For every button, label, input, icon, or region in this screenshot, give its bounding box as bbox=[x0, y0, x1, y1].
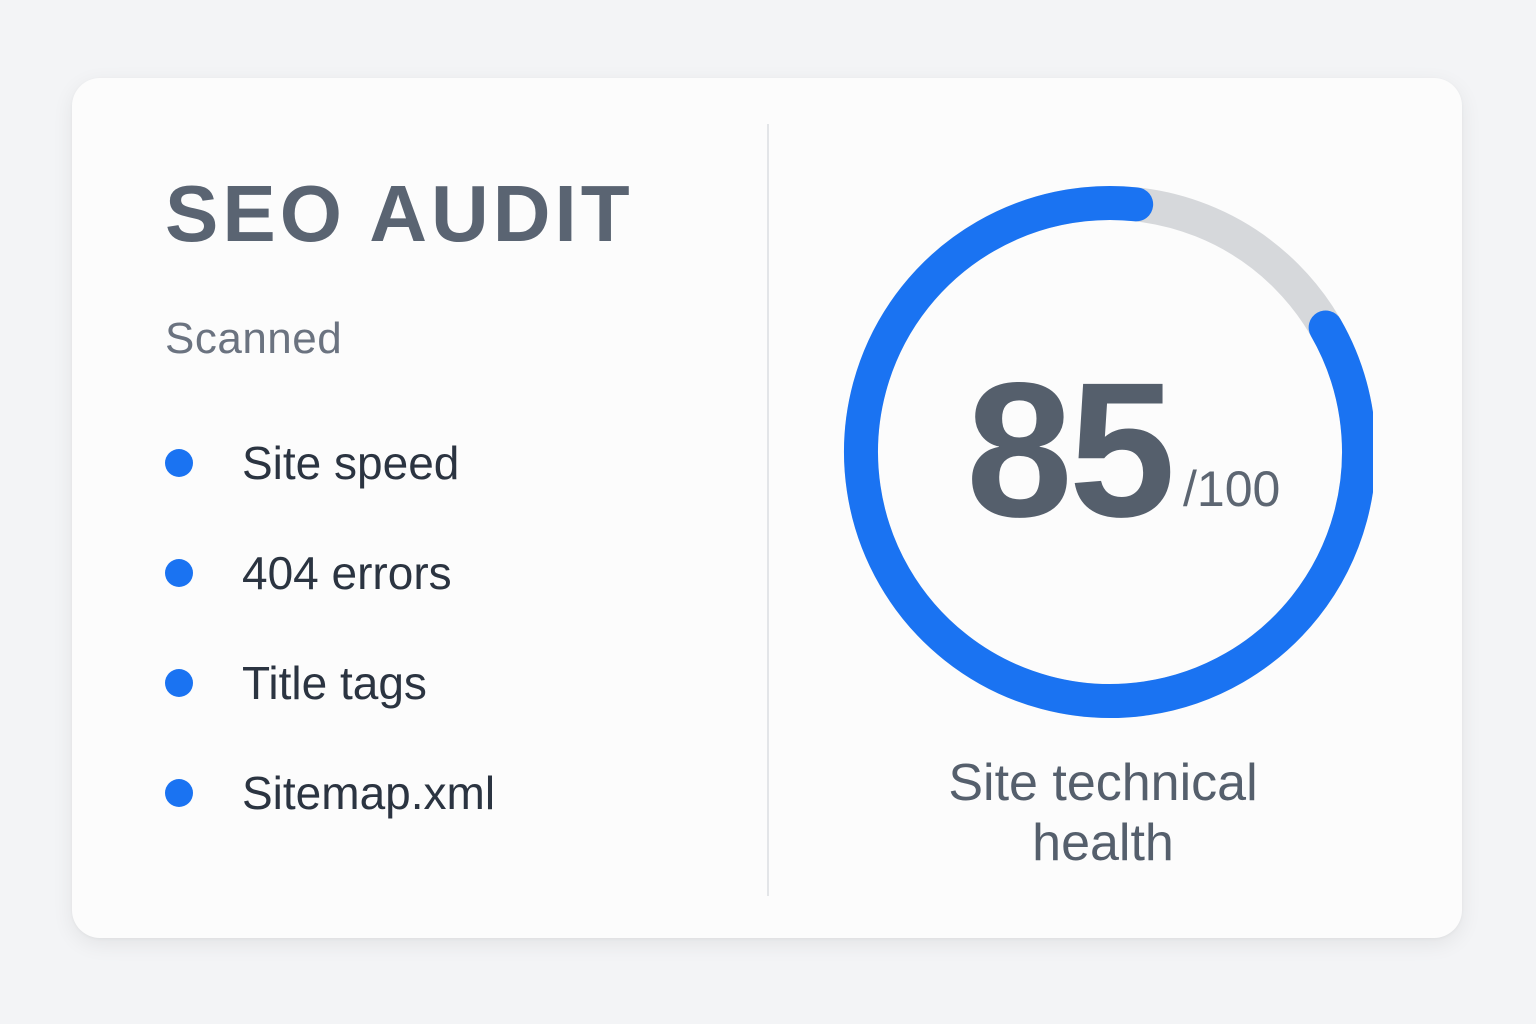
list-item-label: Site speed bbox=[242, 437, 460, 489]
panel-divider bbox=[767, 124, 769, 896]
score-value: 85 bbox=[966, 342, 1176, 557]
list-item-label: Sitemap.xml bbox=[242, 767, 496, 819]
dot-icon bbox=[165, 559, 193, 587]
gauge-caption: Site technical health bbox=[843, 753, 1363, 873]
list-item-label: Title tags bbox=[242, 657, 427, 709]
caption-line-2: health bbox=[1032, 814, 1174, 872]
list-item: Site speed bbox=[165, 408, 495, 518]
scanned-list: Site speed 404 errors Title tags Sitemap… bbox=[165, 408, 495, 848]
list-item: Sitemap.xml bbox=[165, 738, 495, 848]
score-max: /100 bbox=[1183, 461, 1281, 517]
page-title: SEO AUDIT bbox=[165, 169, 634, 258]
list-item: Title tags bbox=[165, 628, 495, 738]
audit-panel: SEO AUDIT Scanned Site speed 404 errors … bbox=[165, 78, 725, 938]
list-item-label: 404 errors bbox=[242, 547, 452, 599]
score-readout: 85 /100 bbox=[843, 179, 1373, 725]
dot-icon bbox=[165, 779, 193, 807]
dot-icon bbox=[165, 449, 193, 477]
score-gauge: 85 /100 bbox=[843, 179, 1373, 725]
seo-audit-card: SEO AUDIT Scanned Site speed 404 errors … bbox=[72, 78, 1462, 938]
dot-icon bbox=[165, 669, 193, 697]
caption-line-1: Site technical bbox=[948, 754, 1258, 812]
scanned-label: Scanned bbox=[165, 314, 343, 363]
list-item: 404 errors bbox=[165, 518, 495, 628]
